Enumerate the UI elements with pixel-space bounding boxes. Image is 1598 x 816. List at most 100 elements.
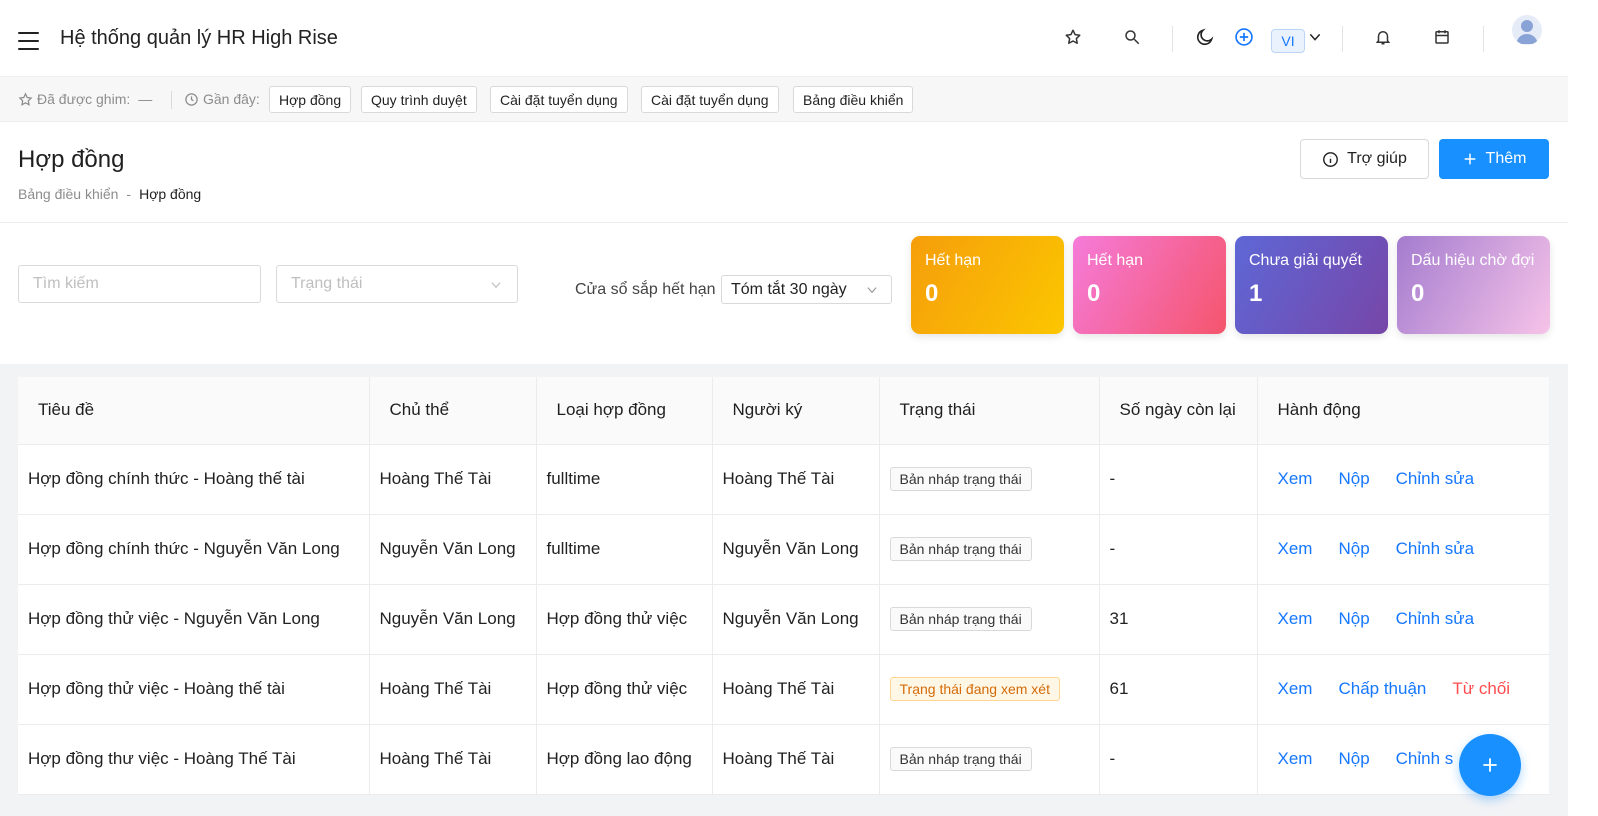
star-icon[interactable]: [1062, 26, 1084, 48]
recent-chip[interactable]: Quy trình duyệt: [361, 86, 477, 113]
stat-card-value: 0: [1087, 280, 1101, 307]
cell-days-left: -: [1099, 514, 1258, 585]
pinned-label: Đã được ghim: —: [18, 91, 152, 107]
submit-link[interactable]: Nộp: [1338, 539, 1369, 558]
plus-icon: [1483, 758, 1497, 772]
view-link[interactable]: Xem: [1278, 469, 1313, 488]
status-select-placeholder: Trạng thái: [291, 275, 363, 292]
cell-title: Hợp đồng chính thức - Hoàng thế tài: [18, 444, 370, 515]
table-row: Hợp đồng chính thức - Nguyễn Văn Long Ng…: [18, 514, 1549, 585]
stat-card-label: Hết hạn: [1087, 252, 1144, 269]
cell-title: Hợp đồng thử việc - Hoàng thế tài: [18, 654, 370, 725]
edit-link[interactable]: Chỉnh sửa: [1396, 609, 1474, 628]
cell-actions: Xem Nộp Chỉnh sửa: [1257, 444, 1549, 515]
table-header-row: Tiêu đề Chủ thể Loại hợp đồng Người ký T…: [18, 377, 1549, 445]
help-button-label: Trợ giúp: [1347, 150, 1407, 167]
recent-chip[interactable]: Cài đặt tuyển dụng: [641, 86, 779, 113]
language-selector[interactable]: VI: [1271, 29, 1305, 53]
chevron-down-icon[interactable]: [1304, 26, 1326, 48]
table-row: Hợp đồng thử việc - Nguyễn Văn Long Nguy…: [18, 584, 1549, 655]
calendar-icon[interactable]: [1431, 26, 1453, 48]
pinned-label-text: Đã được ghim:: [37, 91, 131, 107]
cell-type: Hợp đồng thử việc: [536, 584, 713, 655]
menu-toggle-icon[interactable]: [18, 32, 39, 50]
cell-actions: Xem Chấp thuận Từ chối: [1257, 654, 1549, 725]
approve-link[interactable]: Chấp thuận: [1338, 679, 1426, 698]
header-divider: [1342, 26, 1343, 52]
add-circle-icon[interactable]: [1233, 26, 1255, 48]
view-link[interactable]: Xem: [1278, 609, 1313, 628]
breadcrumb-parent[interactable]: Bảng điều khiển: [18, 186, 118, 202]
cell-status: Bản nháp trạng thái: [879, 584, 1100, 655]
submit-link[interactable]: Nộp: [1338, 469, 1369, 488]
floating-add-button[interactable]: [1459, 734, 1521, 796]
table-row: Hợp đồng thử việc - Hoàng thế tài Hoàng …: [18, 654, 1549, 725]
section-divider: [0, 222, 1568, 223]
help-button[interactable]: Trợ giúp: [1300, 139, 1429, 179]
column-header-type[interactable]: Loại hợp đồng: [536, 377, 713, 445]
star-icon: [18, 91, 33, 106]
cell-type: Hợp đồng thử việc: [536, 654, 713, 725]
recent-chip[interactable]: Cài đặt tuyển dụng: [490, 86, 628, 113]
recent-label-text: Gần đây:: [203, 91, 260, 107]
plus-icon: [1464, 153, 1475, 165]
expiry-window-value: Tóm tắt 30 ngày: [731, 280, 847, 298]
stat-card-waiting[interactable]: Dấu hiệu chờ đợi 0: [1397, 236, 1550, 334]
breadcrumb-current: Hợp đồng: [139, 186, 202, 202]
recent-label: Gần đây:: [184, 91, 260, 107]
status-select[interactable]: Trạng thái: [276, 265, 518, 303]
cell-actions: Xem Nộp Chỉnh sửa: [1257, 584, 1549, 655]
cell-signer: Nguyễn Văn Long: [712, 514, 880, 585]
stat-card-value: 0: [925, 280, 939, 307]
cell-days-left: -: [1099, 724, 1258, 795]
stat-card-expired[interactable]: Hết hạn 0: [911, 236, 1064, 334]
cell-status: Bản nháp trạng thái: [879, 444, 1100, 515]
view-link[interactable]: Xem: [1278, 539, 1313, 558]
submit-link[interactable]: Nộp: [1338, 749, 1369, 768]
search-icon[interactable]: [1121, 26, 1143, 48]
cell-days-left: 31: [1099, 584, 1258, 655]
edit-link[interactable]: Chỉnh sửa: [1396, 469, 1474, 488]
cell-days-left: -: [1099, 444, 1258, 515]
view-link[interactable]: Xem: [1278, 749, 1313, 768]
cell-type: fulltime: [536, 514, 713, 585]
cell-status: Bản nháp trạng thái: [879, 724, 1100, 795]
stat-card-label: Hết hạn: [925, 252, 982, 269]
edit-link[interactable]: Chỉnh s: [1396, 749, 1454, 768]
stat-card-value: 0: [1411, 280, 1425, 307]
submit-link[interactable]: Nộp: [1338, 609, 1369, 628]
edit-link[interactable]: Chỉnh sửa: [1396, 539, 1474, 558]
user-avatar[interactable]: [1512, 15, 1542, 45]
bell-icon[interactable]: [1372, 26, 1394, 48]
column-header-title[interactable]: Tiêu đề: [18, 377, 370, 445]
add-button[interactable]: Thêm: [1439, 139, 1549, 179]
cell-type: fulltime: [536, 444, 713, 515]
expiry-window-select[interactable]: Tóm tắt 30 ngày: [721, 275, 892, 304]
pinned-bar: Đã được ghim: — Gần đây: Hợp đồng Quy tr…: [0, 76, 1568, 122]
status-badge: Bản nháp trạng thái: [889, 747, 1032, 771]
view-link[interactable]: Xem: [1278, 679, 1313, 698]
column-header-subject[interactable]: Chủ thể: [369, 377, 537, 445]
column-header-actions: Hành động: [1257, 377, 1549, 445]
add-button-label: Thêm: [1485, 150, 1527, 167]
cell-actions: Xem Nộp Chỉnh sửa: [1257, 514, 1549, 585]
info-icon: [1323, 151, 1339, 167]
contracts-table: Tiêu đề Chủ thể Loại hợp đồng Người ký T…: [18, 377, 1549, 795]
chevron-down-icon: [491, 282, 501, 289]
cell-signer: Hoàng Thế Tài: [712, 724, 880, 795]
search-input[interactable]: Tìm kiếm: [18, 265, 261, 303]
stat-card-pending[interactable]: Chưa giải quyết 1: [1235, 236, 1388, 334]
dark-mode-moon-icon[interactable]: [1194, 26, 1216, 48]
recent-chip[interactable]: Bảng điều khiển: [793, 86, 914, 113]
cell-subject: Nguyễn Văn Long: [369, 514, 537, 585]
column-header-days-left[interactable]: Số ngày còn lại: [1099, 377, 1258, 445]
stat-card-expired-2[interactable]: Hết hạn 0: [1073, 236, 1226, 334]
column-header-status[interactable]: Trạng thái: [879, 377, 1100, 445]
cell-subject: Hoàng Thế Tài: [369, 654, 537, 725]
recent-chip[interactable]: Hợp đồng: [269, 86, 352, 113]
column-header-signer[interactable]: Người ký: [712, 377, 880, 445]
expiry-window-label: Cửa sổ sắp hết hạn: [575, 281, 716, 298]
cell-type: Hợp đồng lao động: [536, 724, 713, 795]
reject-link[interactable]: Từ chối: [1452, 679, 1510, 698]
cell-title: Hợp đồng chính thức - Nguyễn Văn Long: [18, 514, 370, 585]
